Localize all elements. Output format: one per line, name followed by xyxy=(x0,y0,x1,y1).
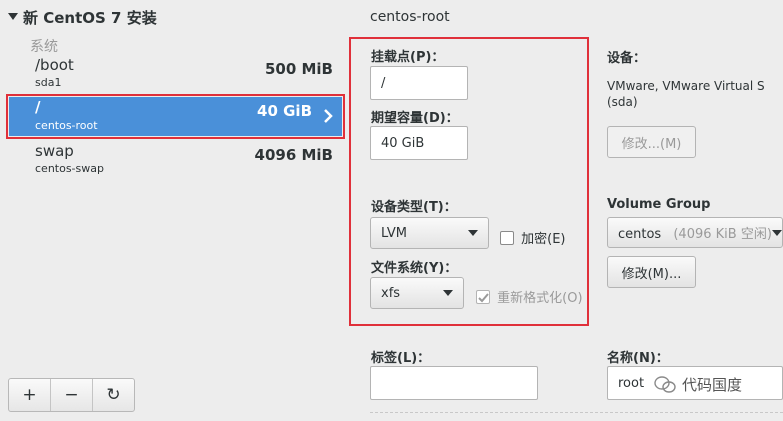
reformat-checkbox-box[interactable] xyxy=(476,289,490,304)
volume-group-label: Volume Group xyxy=(607,197,711,212)
volume-group-dropdown[interactable]: centos (4096 KiB 空闲) xyxy=(607,217,783,248)
reformat-label: 重新格式化(O) xyxy=(497,291,583,306)
refresh-button[interactable]: ↻ xyxy=(93,379,134,411)
highlight-box-selected-row xyxy=(6,94,345,139)
modify-devices-button[interactable]: 修改...(M) xyxy=(607,126,696,158)
tag-label: 标签(L)： xyxy=(371,351,431,366)
device-type-value: LVM xyxy=(381,225,407,241)
system-section-label: 系统 xyxy=(30,39,58,55)
mount-toolbar: + − ↻ xyxy=(8,378,135,412)
filesystem-label: 文件系统(Y)： xyxy=(371,261,458,276)
desired-capacity-label: 期望容量(D)： xyxy=(371,111,459,126)
encrypt-checkbox[interactable]: 加密(E) xyxy=(500,228,566,247)
desired-capacity-value: 40 GiB xyxy=(381,135,425,151)
device-type-label: 设备类型(T)： xyxy=(371,200,457,215)
tag-input[interactable] xyxy=(370,366,538,400)
dropdown-caret-icon xyxy=(468,230,478,236)
encrypt-label: 加密(E) xyxy=(521,232,566,247)
name-value: root xyxy=(618,375,645,391)
mount-name: swap xyxy=(35,142,74,160)
encrypt-checkbox-box[interactable] xyxy=(500,230,514,245)
install-tree-title: 新 CentOS 7 安装 xyxy=(23,9,157,27)
dropdown-caret-icon xyxy=(443,290,453,296)
volume-group-value: centos xyxy=(618,227,662,242)
bottom-separator xyxy=(370,412,783,413)
mount-point-value: / xyxy=(381,75,386,91)
mount-point-input[interactable]: / xyxy=(370,66,468,100)
install-tree-header[interactable]: 新 CentOS 7 安装 xyxy=(8,7,157,28)
mount-size: 500 MiB xyxy=(264,60,333,78)
reformat-checkbox[interactable]: 重新格式化(O) xyxy=(476,287,583,306)
mount-device: sda1 xyxy=(35,76,62,89)
devices-value: VMware, VMware Virtual S (sda) xyxy=(607,79,765,109)
mount-point-label: 挂载点(P)： xyxy=(371,50,445,65)
watermark-text: 代码国度 xyxy=(682,376,743,394)
name-label: 名称(N)： xyxy=(607,351,669,366)
refresh-icon: ↻ xyxy=(106,385,121,405)
dropdown-caret-icon xyxy=(771,229,782,236)
filesystem-value: xfs xyxy=(381,285,401,301)
mount-name: /boot xyxy=(35,56,74,74)
expander-triangle-icon[interactable] xyxy=(8,13,18,20)
devices-label: 设备： xyxy=(607,51,647,66)
add-mount-button[interactable]: + xyxy=(9,379,51,411)
filesystem-dropdown[interactable]: xfs xyxy=(370,277,464,309)
modify-volume-group-button[interactable]: 修改(M)... xyxy=(607,256,696,288)
mount-row-boot[interactable]: /boot sda1 500 MiB xyxy=(9,54,342,94)
remove-mount-button[interactable]: − xyxy=(51,379,93,411)
desired-capacity-input[interactable]: 40 GiB xyxy=(370,126,468,160)
checkmark-icon xyxy=(478,292,489,302)
watermark: 代码国度 xyxy=(650,374,747,395)
mount-row-swap[interactable]: swap centos-swap 4096 MiB xyxy=(9,141,342,181)
volume-group-free: (4096 KiB 空闲) xyxy=(673,227,772,242)
mount-device: centos-swap xyxy=(35,162,104,175)
device-type-dropdown[interactable]: LVM xyxy=(370,217,489,249)
chat-bubble-icon xyxy=(654,375,676,393)
mount-size: 4096 MiB xyxy=(254,146,333,164)
selected-device-title: centos-root xyxy=(370,9,450,25)
